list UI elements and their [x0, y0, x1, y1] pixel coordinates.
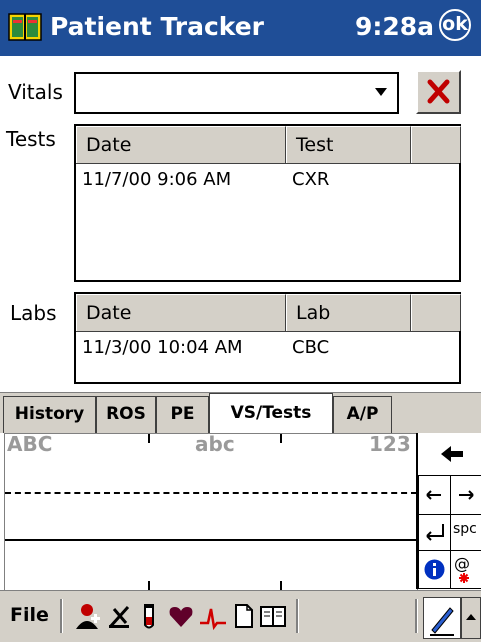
numeric-zone-label: 123	[369, 432, 411, 456]
input-side-keys: spc @	[416, 433, 481, 589]
lowercase-zone-label: abc	[195, 432, 235, 456]
cursor-left-key[interactable]	[418, 475, 451, 515]
app-book-icon	[8, 13, 42, 41]
toolbar-separator	[296, 599, 299, 633]
tab-ap[interactable]: A/P	[333, 396, 392, 433]
uppercase-zone-label: ABC	[7, 432, 53, 456]
reference-book-icon[interactable]	[258, 601, 288, 631]
procedure-icon[interactable]	[104, 601, 134, 631]
tests-column-extra	[411, 126, 461, 163]
arrow-left-icon	[440, 446, 463, 462]
labs-grid-header: Date Lab	[76, 294, 461, 332]
enter-key[interactable]	[418, 514, 451, 551]
asterisk-icon	[459, 573, 469, 583]
labs-grid[interactable]: Date Lab 11/3/00 10:04 AM CBC	[74, 292, 461, 384]
ecg-icon[interactable]	[198, 601, 228, 631]
chevron-down-icon[interactable]	[375, 88, 387, 96]
pen-icon	[430, 607, 454, 636]
lab-date: 11/3/00 10:04 AM	[82, 337, 243, 358]
space-key[interactable]: spc	[450, 514, 481, 551]
lab-name: CBC	[292, 337, 330, 358]
vitals-dropdown[interactable]	[74, 72, 399, 114]
new-document-icon[interactable]	[228, 601, 258, 631]
tab-ros[interactable]: ROS	[96, 396, 156, 433]
tab-history[interactable]: History	[3, 396, 96, 433]
tests-column-date[interactable]: Date	[76, 126, 286, 163]
zone-divider	[148, 581, 150, 590]
labs-column-extra	[411, 294, 461, 331]
table-row[interactable]: 11/7/00 9:06 AM CXR	[76, 166, 459, 196]
toolbar-separator	[60, 599, 63, 633]
delete-button[interactable]	[416, 70, 461, 114]
file-menu[interactable]: File	[10, 604, 49, 626]
baseline-guide	[5, 539, 417, 541]
ok-button[interactable]: ok	[439, 9, 471, 41]
backspace-key[interactable]	[418, 433, 481, 475]
arrow-left-icon	[426, 490, 441, 500]
add-patient-icon[interactable]	[72, 601, 102, 631]
midline-guide	[5, 492, 417, 494]
title-bar: Patient Tracker 9:28a ok	[0, 0, 481, 56]
handwriting-input-panel[interactable]: ABC abc 123	[4, 432, 418, 591]
table-row[interactable]: 11/3/00 10:04 AM CBC	[76, 334, 459, 364]
chevron-up-icon	[466, 614, 476, 620]
zone-divider	[148, 434, 150, 443]
labs-column-date[interactable]: Date	[76, 294, 286, 331]
toolbar-separator	[415, 599, 418, 633]
tests-grid-header: Date Test	[76, 126, 461, 164]
tab-pe[interactable]: PE	[156, 396, 209, 433]
symbols-key[interactable]: @	[450, 550, 481, 589]
labs-label: Labs	[10, 301, 57, 325]
help-key[interactable]	[418, 550, 451, 589]
tests-column-test[interactable]: Test	[286, 126, 411, 163]
tab-bar: History ROS PE VS/Tests A/P	[0, 392, 481, 434]
app-title: Patient Tracker	[50, 12, 265, 41]
test-tube-icon[interactable]	[134, 601, 164, 631]
test-name: CXR	[292, 169, 330, 190]
info-icon	[424, 559, 445, 580]
tab-vs-tests[interactable]: VS/Tests	[209, 393, 333, 434]
command-bar: File	[0, 590, 481, 642]
labs-column-lab[interactable]: Lab	[286, 294, 411, 331]
cursor-right-key[interactable]	[450, 475, 481, 515]
arrow-right-icon	[459, 490, 474, 500]
input-method-button[interactable]	[423, 597, 461, 639]
input-method-selector[interactable]	[461, 597, 481, 639]
zone-divider	[280, 434, 282, 443]
red-x-icon	[427, 79, 450, 104]
tests-grid[interactable]: Date Test 11/7/00 9:06 AM CXR	[74, 124, 461, 282]
zone-divider	[280, 581, 282, 590]
vitals-label: Vitals	[8, 80, 63, 104]
clock[interactable]: 9:28a	[355, 12, 434, 41]
test-date: 11/7/00 9:06 AM	[82, 169, 232, 190]
tests-label: Tests	[6, 127, 56, 151]
enter-icon	[426, 524, 444, 541]
heart-icon[interactable]	[166, 601, 196, 631]
